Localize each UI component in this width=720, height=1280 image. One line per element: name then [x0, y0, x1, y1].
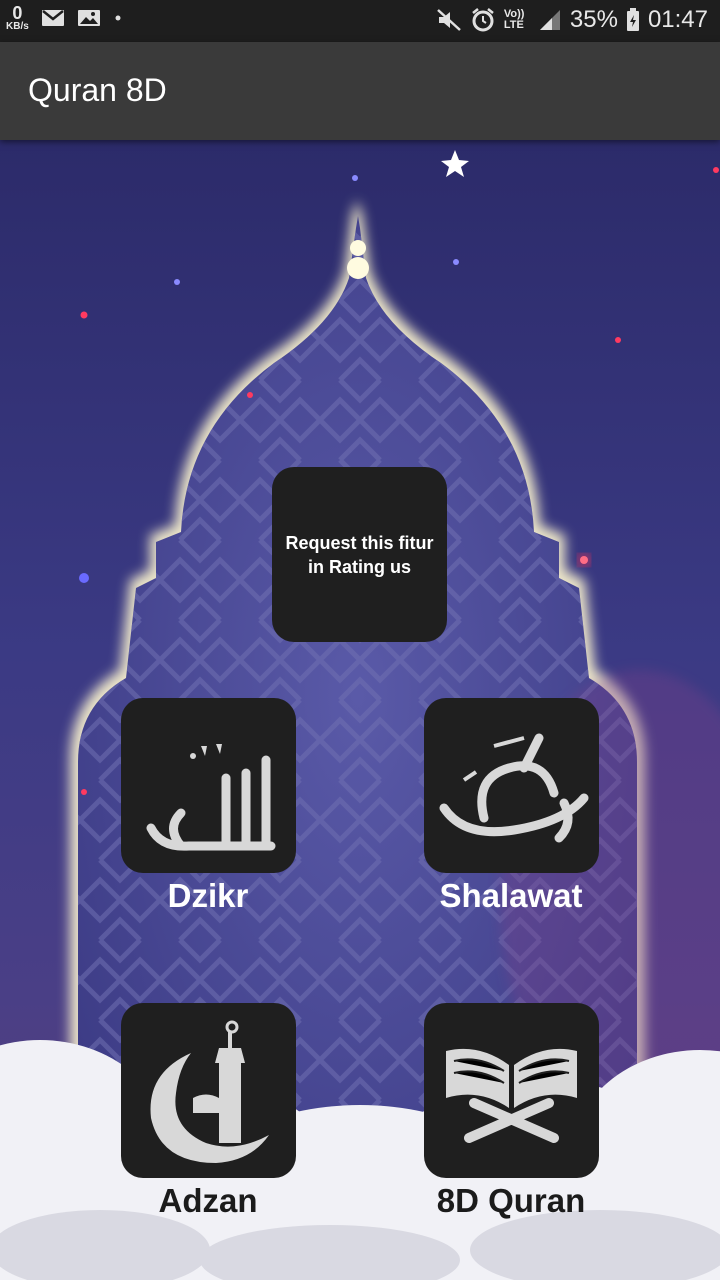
- status-left: 0 KB/s: [6, 4, 123, 32]
- battery-icon: [626, 8, 639, 31]
- quran-button[interactable]: [424, 1003, 599, 1178]
- mosque-crescent-icon: [150, 1020, 269, 1163]
- speed-unit: KB/s: [6, 21, 29, 32]
- star-icon: [441, 150, 469, 177]
- signal-icon: [539, 10, 560, 30]
- status-right: Vo)) LTE 35% 01:47: [436, 6, 708, 34]
- muhammad-calligraphy-icon: [439, 733, 589, 843]
- open-quran-icon: [446, 1048, 577, 1143]
- mosque-background-illustration: [0, 150, 720, 1280]
- request-feature-text: Request this fitur in Rating us: [285, 532, 434, 577]
- gmail-icon: [41, 10, 64, 26]
- mute-icon: [437, 9, 461, 31]
- dzikr-button[interactable]: [121, 698, 296, 873]
- battery-percent: 35%: [569, 6, 618, 33]
- status-bar: 0 KB/s Vo)) LTE 35% 01:47: [0, 0, 720, 42]
- dzikr-label[interactable]: Dzikr: [78, 877, 338, 915]
- network-speed: 0 KB/s: [6, 4, 29, 32]
- adzan-label[interactable]: Adzan: [78, 1182, 338, 1220]
- adzan-button[interactable]: [121, 1003, 296, 1178]
- alarm-icon: [472, 8, 494, 32]
- shalawat-button[interactable]: [424, 698, 599, 873]
- volte-lte-icon: Vo)) LTE: [503, 8, 525, 31]
- request-feature-tile[interactable]: Request this fitur in Rating us: [272, 467, 447, 642]
- app-title: Quran 8D: [28, 72, 167, 108]
- shalawat-label[interactable]: Shalawat: [381, 877, 641, 915]
- main-content: Request this fitur in Rating us Dzikr Sh…: [0, 140, 720, 1280]
- clock: 01:47: [647, 6, 708, 33]
- app-bar: Quran 8D: [0, 42, 720, 140]
- notification-dot-icon: [115, 15, 121, 21]
- quran-label[interactable]: 8D Quran: [381, 1182, 641, 1220]
- allah-calligraphy-icon: [146, 744, 276, 851]
- speed-value: 0: [12, 3, 23, 23]
- gallery-icon: [77, 10, 100, 26]
